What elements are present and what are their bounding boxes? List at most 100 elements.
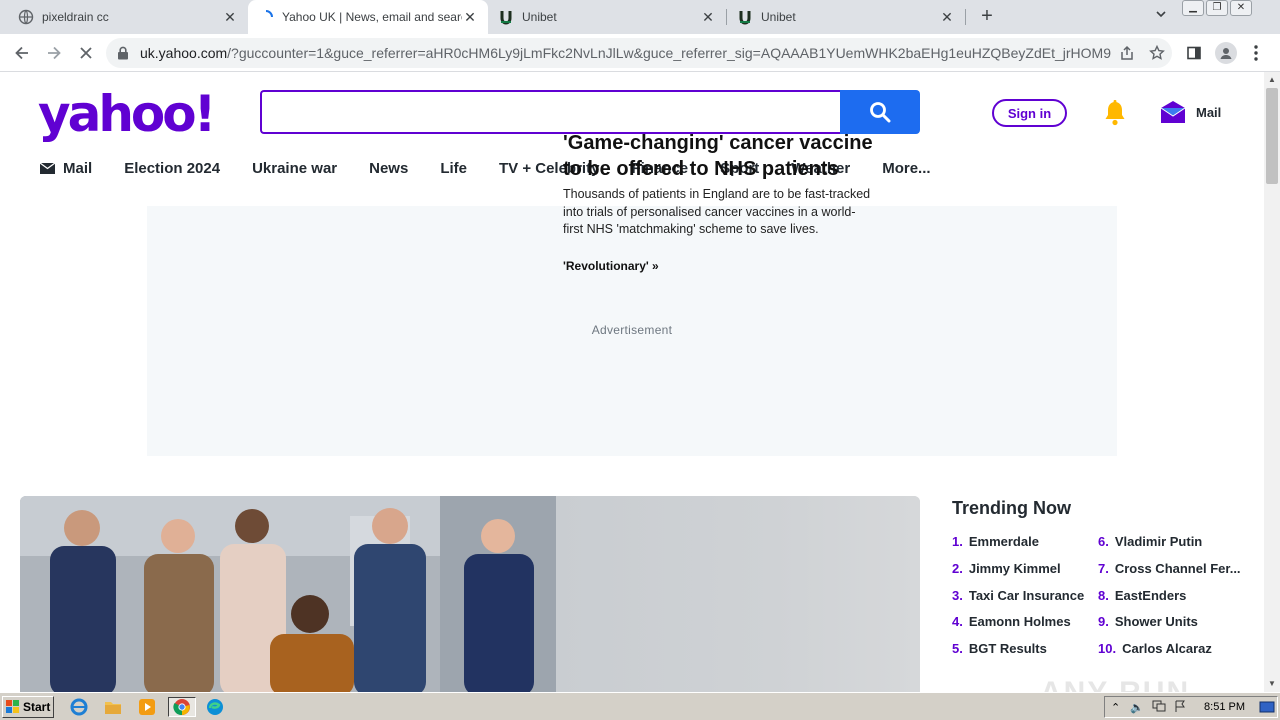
hero-story[interactable] [20, 496, 920, 692]
nav-item-election[interactable]: Election 2024 [124, 160, 220, 177]
trending-label: Taxi Car Insurance [968, 588, 1085, 603]
hero-headline[interactable]: 'Game-changing' cancer vaccine to be off… [563, 130, 883, 182]
scroll-down-arrow-icon[interactable]: ▼ [1264, 676, 1280, 692]
hero-summary: Thousands of patients in England are to … [563, 187, 871, 236]
stop-loading-button[interactable] [74, 41, 98, 65]
minimize-button[interactable]: ▁ [1182, 0, 1204, 16]
edge-icon[interactable] [204, 697, 226, 717]
restore-button[interactable]: ❐ [1206, 0, 1228, 16]
bookmark-star-icon[interactable] [1142, 45, 1172, 61]
notifications-bell-icon[interactable] [1100, 98, 1130, 128]
trending-rank: 5. [952, 641, 963, 656]
close-window-button[interactable]: ✕ [1230, 0, 1252, 16]
share-icon[interactable] [1112, 45, 1142, 61]
trending-label: EastEnders [1114, 588, 1187, 603]
new-tab-button[interactable]: + [976, 5, 998, 27]
nav-item-life[interactable]: Life [440, 160, 467, 177]
trending-item[interactable]: 2. Jimmy Kimmel [952, 561, 1061, 576]
nav-item-more[interactable]: More... [882, 160, 930, 177]
tab-unibet-2[interactable]: Unibet ✕ [727, 0, 965, 34]
trending-item[interactable]: 10. Carlos Alcaraz [1098, 641, 1212, 656]
tab-unibet-1[interactable]: Unibet ✕ [488, 0, 726, 34]
trending-label: Shower Units [1114, 614, 1198, 629]
trending-title: Trending Now [952, 498, 1071, 518]
chrome-icon [173, 699, 190, 716]
anyrun-watermark: ANY RUN [1040, 676, 1190, 692]
network-icon[interactable] [1152, 700, 1166, 715]
close-tab-icon[interactable]: ✕ [222, 9, 238, 25]
tab-search-dropdown-icon[interactable] [1152, 7, 1170, 25]
url-host: uk.yahoo.com [140, 45, 228, 61]
forward-button[interactable] [42, 41, 66, 65]
trending-item[interactable]: 8. EastEnders [1098, 588, 1186, 603]
search-button[interactable] [840, 90, 920, 134]
arrow-left-icon [15, 46, 28, 60]
scroll-up-arrow-icon[interactable]: ▲ [1264, 72, 1280, 88]
tab-title: Unibet [522, 10, 557, 24]
trending-label: Eamonn Holmes [968, 614, 1071, 629]
search-input[interactable] [260, 90, 842, 134]
trending-item[interactable]: 1. Emmerdale [952, 534, 1039, 549]
start-button[interactable]: Start [2, 696, 54, 718]
trending-item[interactable]: 7. Cross Channel Fer... [1098, 561, 1241, 576]
back-button[interactable] [10, 41, 34, 65]
nav-item-ukraine-war[interactable]: Ukraine war [252, 160, 337, 177]
advertisement-label: Advertisement [591, 323, 673, 337]
tab-yahoo[interactable]: Yahoo UK | News, email and search ✕ [248, 0, 488, 34]
start-label: Start [23, 700, 51, 714]
show-desktop-icon[interactable] [1256, 697, 1278, 717]
trending-label: Cross Channel Fer... [1114, 561, 1241, 576]
trending-item[interactable]: 5. BGT Results [952, 641, 1047, 656]
trending-label: Carlos Alcaraz [1122, 641, 1212, 656]
advertisement-banner[interactable]: Advertisement [147, 206, 1117, 456]
trending-item[interactable]: 9. Shower Units [1098, 614, 1198, 629]
hero-related-link[interactable]: 'Revolutionary' » [563, 259, 659, 273]
side-panel-icon[interactable] [1182, 41, 1206, 65]
tab-title: pixeldrain cc [42, 10, 109, 24]
scrollbar-thumb[interactable] [1266, 88, 1278, 184]
browser-toolbar: uk.yahoo.com/?guccounter=1&guce_referrer… [0, 34, 1280, 72]
url-path: /?guccounter=1&guce_referrer=aHR0cHM6Ly9… [227, 45, 1112, 61]
search-bar [260, 90, 920, 134]
close-icon [80, 47, 92, 59]
internet-explorer-icon[interactable] [68, 697, 90, 717]
nav-item-news[interactable]: News [369, 160, 408, 177]
yahoo-logo[interactable]: yahoo! [38, 86, 216, 142]
media-player-icon[interactable] [136, 697, 158, 717]
url-text[interactable]: uk.yahoo.com/?guccounter=1&guce_referrer… [140, 45, 1112, 61]
trending-rank: 1. [952, 534, 963, 549]
arrow-right-icon [48, 46, 61, 60]
volume-icon[interactable]: 🔈 [1130, 701, 1144, 714]
tab-pixeldrain[interactable]: pixeldrain cc ✕ [8, 0, 248, 34]
hero-text-panel [556, 496, 920, 692]
profile-button[interactable] [1214, 41, 1238, 65]
hero-photo[interactable] [20, 496, 556, 692]
file-explorer-icon[interactable] [102, 697, 124, 717]
address-bar[interactable]: uk.yahoo.com/?guccounter=1&guce_referrer… [106, 38, 1172, 68]
mail-link[interactable]: Mail [1160, 100, 1221, 124]
action-center-flag-icon[interactable] [1174, 700, 1186, 715]
tab-strip: pixeldrain cc ✕ Yahoo UK | News, email a… [0, 0, 1280, 34]
nav-item-mail[interactable]: Mail [40, 160, 92, 177]
trending-item[interactable]: 3. Taxi Car Insurance [952, 588, 1084, 603]
globe-icon [18, 9, 34, 25]
loading-spinner-icon [258, 9, 274, 25]
tray-expand-icon[interactable]: ⌃ [1111, 701, 1120, 714]
page-viewport: yahoo! Sign in Mail Mail Election 2024 U… [0, 72, 1264, 692]
close-tab-icon[interactable]: ✕ [939, 9, 955, 25]
trending-label: Vladimir Putin [1114, 534, 1203, 549]
taskbar-clock[interactable]: 8:51 PM [1204, 701, 1245, 713]
windows-taskbar: Start ⌃ 🔈 8:51 PM [0, 692, 1280, 720]
tab-separator [965, 9, 966, 25]
close-tab-icon[interactable]: ✕ [462, 9, 478, 25]
trending-item[interactable]: 4. Eamonn Holmes [952, 614, 1071, 629]
window-controls: ▁ ❐ ✕ [1182, 0, 1252, 18]
trending-now-panel: Trending Now 1. Emmerdale 2. Jimmy Kimmel … [952, 496, 1252, 656]
page-scrollbar[interactable]: ▲ ▼ [1264, 72, 1280, 692]
sign-in-button[interactable]: Sign in [992, 99, 1067, 127]
chrome-taskbar-button[interactable] [168, 697, 196, 717]
chrome-menu-icon[interactable] [1244, 41, 1268, 65]
close-tab-icon[interactable]: ✕ [700, 9, 716, 25]
trending-item[interactable]: 6. Vladimir Putin [1098, 534, 1202, 549]
lock-icon[interactable] [106, 46, 140, 60]
